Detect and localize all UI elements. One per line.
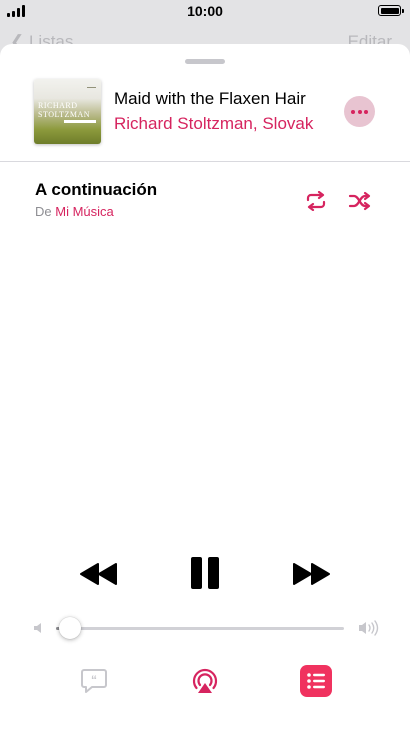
status-bar: 10:00 xyxy=(0,0,410,22)
shuffle-button[interactable] xyxy=(348,191,372,211)
repeat-button[interactable] xyxy=(304,190,328,212)
more-options-button[interactable] xyxy=(344,96,375,127)
airplay-icon xyxy=(192,668,218,693)
airplay-button[interactable] xyxy=(191,667,219,695)
sheet-grabber[interactable] xyxy=(185,59,225,64)
shuffle-icon xyxy=(348,191,371,211)
artwork-line2: STOLTZMAN xyxy=(38,110,91,119)
volume-slider[interactable] xyxy=(56,617,344,639)
battery-icon xyxy=(378,5,404,16)
ellipsis-icon xyxy=(351,110,355,114)
volume-high-icon xyxy=(359,620,379,636)
fast-forward-button[interactable] xyxy=(290,559,332,589)
artwork-label-mark: ▬▬▬ xyxy=(87,85,96,89)
track-title: Maid with the Flaxen Hair xyxy=(114,89,306,108)
rewind-icon xyxy=(80,563,117,585)
up-next-source: De Mi Música xyxy=(35,204,114,219)
divider xyxy=(0,161,410,162)
volume-knob[interactable] xyxy=(59,617,82,639)
artwork-line1: RICHARD xyxy=(38,101,78,110)
album-artwork: ▬▬▬ RICHARD STOLTZMAN xyxy=(34,79,101,144)
fast-forward-icon xyxy=(293,563,330,585)
rewind-button[interactable] xyxy=(78,559,120,589)
svg-text:“: “ xyxy=(91,673,97,687)
source-link[interactable]: Mi Música xyxy=(55,204,114,219)
lyrics-icon: “ xyxy=(81,669,107,693)
queue-list-icon xyxy=(307,673,325,689)
artwork-stripe xyxy=(64,120,96,123)
pause-button[interactable] xyxy=(187,554,223,592)
up-next-heading: A continuación xyxy=(35,180,158,199)
status-time: 10:00 xyxy=(187,3,223,19)
track-artist[interactable]: Richard Stoltzman, Slovak Radio Symphony… xyxy=(114,114,316,134)
volume-low-icon xyxy=(34,623,41,633)
from-prefix: De xyxy=(35,204,52,219)
now-playing-sheet: ▬▬▬ RICHARD STOLTZMAN Maid with the Flax… xyxy=(0,44,410,729)
lyrics-button[interactable]: “ xyxy=(80,668,108,694)
repeat-icon xyxy=(306,190,326,212)
queue-button[interactable] xyxy=(300,665,332,697)
